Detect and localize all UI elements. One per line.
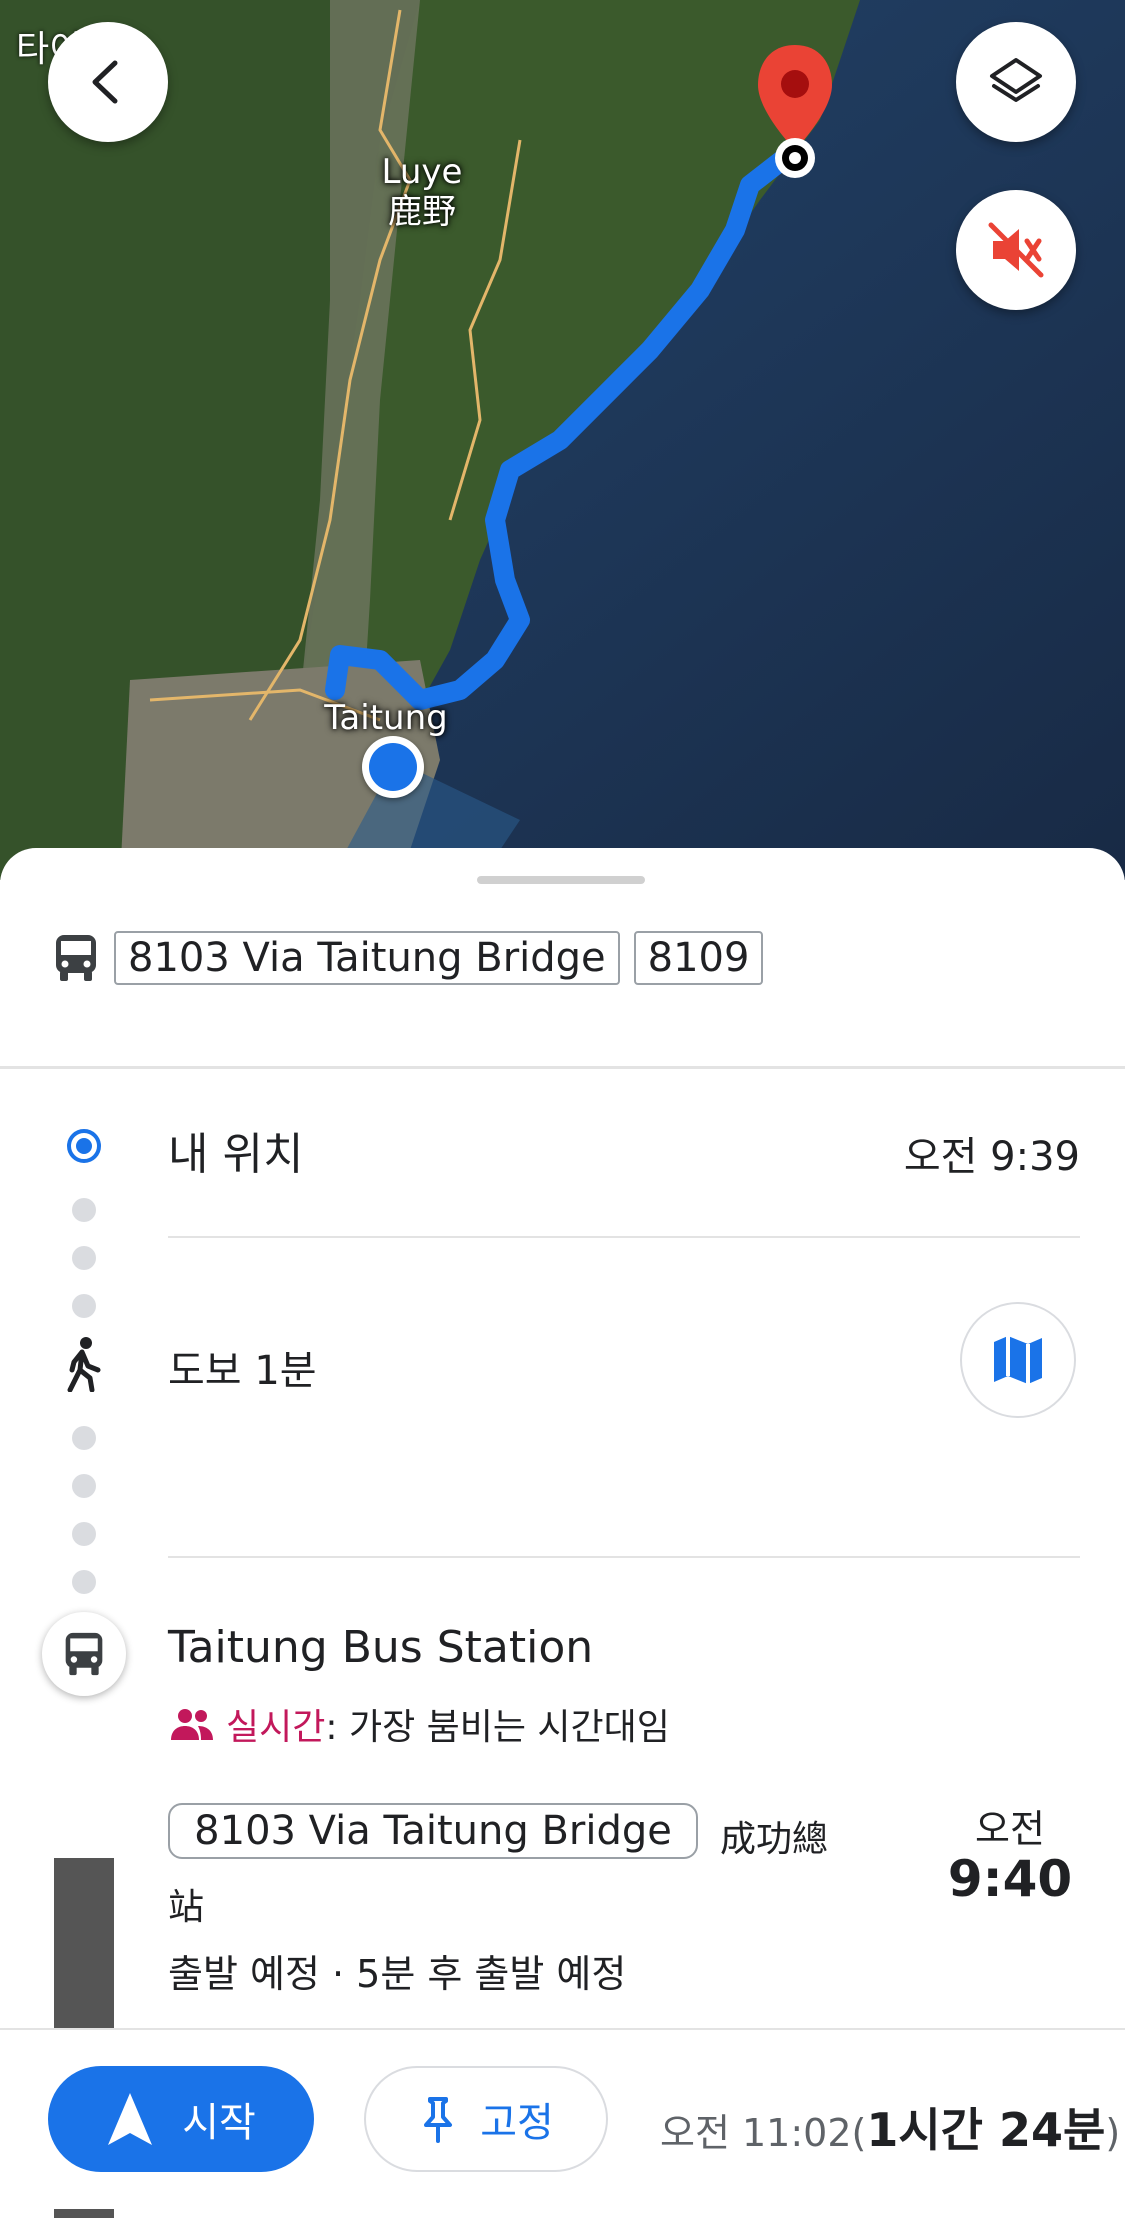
destination-text: 成功總 [720, 1819, 829, 1860]
crowd-text: : 가장 붐비는 시간대임 [325, 1707, 670, 1748]
timeline-dot [72, 1426, 96, 1450]
destination-pin-icon[interactable] [750, 40, 840, 190]
navigation-arrow-icon [108, 2093, 153, 2145]
origin-label[interactable]: 내 위치 [168, 1118, 303, 1182]
timeline-dot [72, 1570, 96, 1594]
departure-info: 출발 예정 · 5분 후 출발 예정 [168, 1952, 627, 1996]
crowd-live-label: 실시간 [226, 1707, 326, 1748]
pin-icon [424, 2097, 453, 2143]
eta-duration: 1시간 24분 [866, 2103, 1106, 2157]
current-location-marker [362, 736, 424, 798]
station-name[interactable]: Taitung Bus Station [168, 1622, 593, 1673]
mute-toggle-button[interactable] [956, 190, 1076, 310]
back-button[interactable] [48, 22, 168, 142]
divider [0, 1066, 1125, 1069]
map-icon [994, 1336, 1042, 1384]
route-chip-8103: 8103 Via Taitung Bridge [114, 931, 620, 985]
layers-icon [990, 58, 1042, 102]
map-label-taitung: Taitung [324, 698, 448, 738]
satellite-imagery [0, 0, 1125, 880]
location-dot-icon [369, 743, 417, 791]
route-chip-8109: 8109 [633, 931, 764, 985]
map-label-luye-zh: 鹿野 [388, 192, 456, 232]
volume-muted-icon [988, 222, 1044, 278]
divider [168, 1556, 1080, 1558]
timeline-dot [72, 1522, 96, 1546]
destination-text-continued: 站 [168, 1887, 205, 1928]
start-navigation-button[interactable]: 시작 [48, 2066, 314, 2172]
start-label: 시작 [182, 2100, 256, 2146]
divider [168, 1236, 1080, 1238]
map-view[interactable]: 타이동 Luye 鹿野 Taitung [0, 0, 1125, 880]
directions-sheet: 8103 Via Taitung Bridge 8109 내 위치 오전 9:3… [0, 848, 1125, 2218]
eta-paren-close: ) [1105, 2111, 1121, 2155]
departure-ampm: 오전 [975, 1807, 1045, 1851]
map-label-luye: Luye 鹿野 [372, 152, 472, 232]
route-summary[interactable]: 8103 Via Taitung Bridge 8109 [52, 930, 764, 986]
timeline-dot [72, 1294, 96, 1318]
bus-icon [56, 935, 96, 981]
walk-map-button[interactable] [960, 1302, 1076, 1418]
departure-time: 9:40 [947, 1850, 1073, 1908]
eta-paren-open: ( [851, 2111, 867, 2155]
route-chip-8103-large[interactable]: 8103 Via Taitung Bridge [168, 1803, 698, 1859]
origin-dot-icon [67, 1129, 101, 1163]
layers-button[interactable] [956, 22, 1076, 142]
chevron-left-icon [92, 60, 118, 104]
eta-time: 오전 11:02 [660, 2111, 852, 2155]
people-icon [171, 1709, 213, 1740]
pin-button[interactable]: 고정 [364, 2066, 608, 2172]
walk-label[interactable]: 도보 1분 [168, 1338, 317, 1396]
map-label-luye-en: Luye [381, 152, 463, 192]
timeline-dot [72, 1474, 96, 1498]
bus-stop-marker [42, 1612, 126, 1696]
bus-icon [65, 1632, 103, 1676]
pin-label: 고정 [480, 2100, 554, 2146]
timeline-dot [72, 1198, 96, 1222]
timeline-dot [72, 1246, 96, 1270]
crowd-info: 실시간: 가장 붐비는 시간대임 [168, 1698, 670, 1750]
origin-time: 오전 9:39 [903, 1134, 1080, 1180]
walking-icon [67, 1337, 101, 1392]
bottom-action-bar: 시작 고정 오전 11:02(1시간 24분) [0, 2028, 1125, 2209]
eta-summary: 오전 11:02(1시간 24분) [660, 2094, 1120, 2160]
drag-handle[interactable] [477, 876, 645, 884]
